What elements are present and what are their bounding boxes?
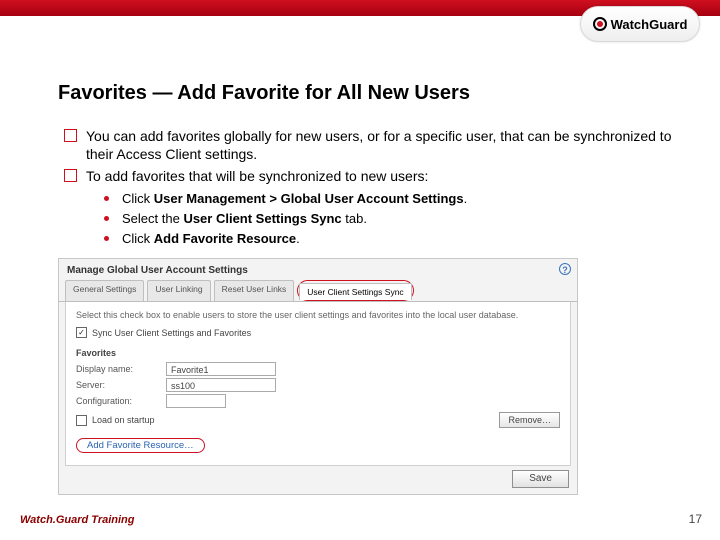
server-input[interactable]: ss100 [166,378,276,392]
bullet-item: You can add favorites globally for new u… [64,127,690,163]
panel-tabs: General Settings User Linking Reset User… [59,280,577,302]
watchguard-logo: WatchGuard [580,6,700,42]
annotation-circle-icon: User Client Settings Sync [297,280,413,301]
configuration-label: Configuration: [76,396,166,406]
panel-title: Manage Global User Account Settings [59,259,577,280]
sync-checkbox[interactable]: ✓ [76,327,87,338]
tab-reset-user-links[interactable]: Reset User Links [214,280,295,301]
display-name-label: Display name: [76,364,166,374]
sub-bullet: Click Add Favorite Resource. [104,230,690,248]
tab-general-settings[interactable]: General Settings [65,280,144,301]
sync-checkbox-label: Sync User Client Settings and Favorites [92,328,251,338]
slide-title: Favorites — Add Favorite for All New Use… [58,82,690,105]
tab-user-linking[interactable]: User Linking [147,280,210,301]
configuration-input[interactable] [166,394,226,408]
panel-description: Select this check box to enable users to… [76,310,560,321]
add-favorite-resource-link[interactable]: Add Favorite Resource… [87,440,194,451]
footer-training-label: Watch.Guard Training [20,514,135,526]
remove-button[interactable]: Remove… [499,412,560,428]
server-label: Server: [76,380,166,390]
save-button[interactable]: Save [512,470,569,488]
settings-panel: Manage Global User Account Settings ? Ge… [58,258,578,495]
load-on-startup-label: Load on startup [92,415,155,425]
eye-icon [593,17,607,31]
display-name-input[interactable]: Favorite1 [166,362,276,376]
sub-bullet: Click User Management > Global User Acco… [104,190,690,208]
load-on-startup-checkbox[interactable] [76,415,87,426]
page-number: 17 [689,512,702,526]
favorites-section-label: Favorites [76,348,560,358]
tab-user-client-settings-sync[interactable]: User Client Settings Sync [299,283,411,300]
sub-bullet: Select the User Client Settings Sync tab… [104,210,690,228]
annotation-circle-icon: Add Favorite Resource… [76,438,205,453]
logo-text: WatchGuard [611,17,688,32]
bullet-item: To add favorites that will be synchroniz… [64,167,690,248]
